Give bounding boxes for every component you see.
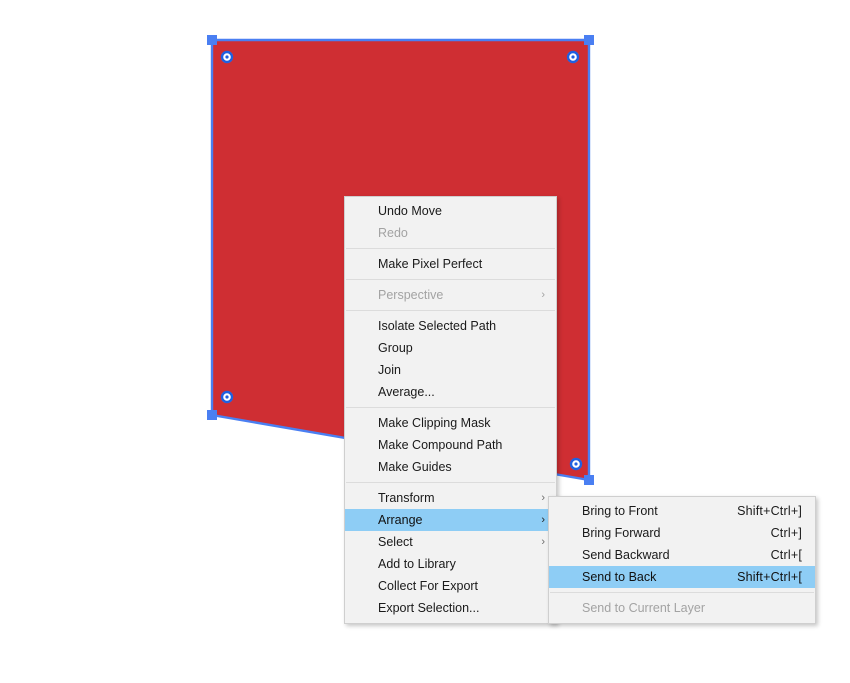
menu-item-label: Send to Back [582,570,657,584]
submenu-item-bring-forward[interactable]: Bring Forward Ctrl+] [549,522,815,544]
anchor-point-bottom-right [569,457,583,471]
menu-item-isolate-selected-path[interactable]: Isolate Selected Path [345,315,556,337]
menu-item-arrange[interactable]: Arrange › [345,509,556,531]
anchor-point-top-right [566,50,580,64]
menu-item-label: Collect For Export [378,579,479,593]
menu-separator [346,407,555,408]
menu-item-label: Perspective [378,288,444,302]
submenu-item-bring-to-front[interactable]: Bring to Front Shift+Ctrl+] [549,500,815,522]
menu-item-label: Make Clipping Mask [378,416,491,430]
submenu-item-send-to-back[interactable]: Send to Back Shift+Ctrl+[ [549,566,815,588]
menu-item-transform[interactable]: Transform › [345,487,556,509]
menu-item-label: Join [378,363,401,377]
menu-item-select[interactable]: Select › [345,531,556,553]
corner-handle-bottom-right [584,475,594,485]
menu-item-shortcut: Ctrl+] [770,526,802,540]
menu-item-join[interactable]: Join [345,359,556,381]
anchor-point-bottom-left [220,390,234,404]
corner-handle-top-right [584,35,594,45]
menu-item-collect-for-export[interactable]: Collect For Export [345,575,556,597]
menu-item-label: Make Guides [378,460,452,474]
menu-item-label: Send to Current Layer [582,601,705,615]
corner-handle-bottom-left [207,410,217,420]
menu-item-label: Bring to Front [582,504,658,518]
menu-separator [550,592,814,593]
chevron-right-icon: › [541,289,545,301]
menu-item-label: Undo Move [378,204,442,218]
menu-item-label: Export Selection... [378,601,480,615]
menu-separator [346,482,555,483]
menu-separator [346,310,555,311]
menu-separator [346,248,555,249]
menu-item-redo: Redo [345,222,556,244]
menu-item-group[interactable]: Group [345,337,556,359]
menu-item-add-to-library[interactable]: Add to Library [345,553,556,575]
menu-item-make-clipping-mask[interactable]: Make Clipping Mask [345,412,556,434]
menu-item-shortcut: Ctrl+[ [770,548,802,562]
menu-item-perspective: Perspective › [345,284,556,306]
menu-item-shortcut: Shift+Ctrl+] [737,504,802,518]
menu-item-make-guides[interactable]: Make Guides [345,456,556,478]
menu-item-label: Average... [378,385,435,399]
menu-item-label: Make Compound Path [378,438,503,452]
menu-item-label: Bring Forward [582,526,661,540]
menu-item-label: Add to Library [378,557,456,571]
arrange-submenu[interactable]: Bring to Front Shift+Ctrl+] Bring Forward C… [548,496,816,624]
anchor-point-top-left [220,50,234,64]
menu-separator [346,279,555,280]
submenu-item-send-to-current-layer: Send to Current Layer [549,597,815,619]
menu-item-make-compound-path[interactable]: Make Compound Path [345,434,556,456]
menu-item-average[interactable]: Average... [345,381,556,403]
menu-item-label: Group [378,341,413,355]
corner-handle-top-left [207,35,217,45]
submenu-item-send-backward[interactable]: Send Backward Ctrl+[ [549,544,815,566]
menu-item-shortcut: Shift+Ctrl+[ [737,570,802,584]
menu-item-label: Arrange [378,513,423,527]
menu-item-label: Transform [378,491,435,505]
chevron-right-icon: › [541,514,545,526]
menu-item-label: Isolate Selected Path [378,319,497,333]
menu-item-export-selection[interactable]: Export Selection... [345,597,556,619]
chevron-right-icon: › [541,536,545,548]
canvas-context-menu[interactable]: Undo Move Redo Make Pixel Perfect Perspecti… [344,196,557,624]
menu-item-label: Select [378,535,413,549]
menu-item-label: Make Pixel Perfect [378,257,483,271]
menu-item-make-pixel-perfect[interactable]: Make Pixel Perfect [345,253,556,275]
menu-item-label: Redo [378,226,408,240]
menu-item-undo-move[interactable]: Undo Move [345,200,556,222]
menu-item-label: Send Backward [582,548,670,562]
chevron-right-icon: › [541,492,545,504]
